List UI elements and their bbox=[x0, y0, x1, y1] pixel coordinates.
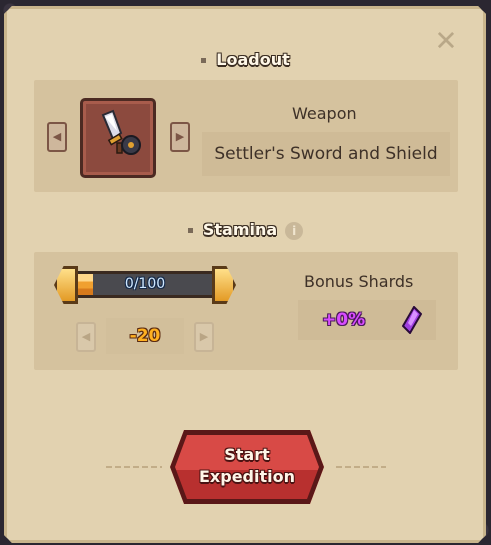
weapon-name-field: Settler's Sword and Shield bbox=[202, 132, 450, 176]
stamina-title: Stamina bbox=[202, 220, 278, 239]
loadout-title: Loadout bbox=[216, 50, 290, 69]
bullet-icon bbox=[187, 228, 193, 233]
bonus-shards-box: +0% bbox=[298, 300, 436, 340]
divider-left bbox=[106, 466, 162, 468]
start-label-line2: Expedition bbox=[198, 467, 295, 486]
weapon-prev-button[interactable]: ◀ bbox=[47, 122, 67, 152]
info-icon[interactable]: i bbox=[285, 221, 304, 240]
purple-shard-icon bbox=[402, 306, 422, 334]
start-expedition-button[interactable]: Start Expedition bbox=[170, 430, 324, 504]
weapon-next-button[interactable]: ▶ bbox=[170, 122, 190, 152]
start-label-line1: Start bbox=[224, 445, 270, 464]
bonus-shards-label: Bonus Shards bbox=[304, 272, 414, 291]
loadout-heading: Loadout bbox=[0, 50, 491, 69]
stamina-decrease-button[interactable]: ◀ bbox=[76, 322, 96, 352]
weapon-name: Settler's Sword and Shield bbox=[214, 144, 438, 164]
weapon-slot[interactable] bbox=[80, 98, 156, 178]
bullet-icon bbox=[201, 58, 207, 63]
stamina-value: 0/100 bbox=[124, 276, 166, 292]
sword-and-shield-icon bbox=[101, 109, 141, 155]
stamina-bar: 0/100 bbox=[54, 266, 236, 304]
stamina-increase-button[interactable]: ▶ bbox=[194, 322, 214, 352]
stamina-heading: Stamina i bbox=[0, 220, 491, 240]
bonus-shards-value: +0% bbox=[322, 310, 366, 330]
stamina-cost: -20 bbox=[106, 318, 184, 354]
divider-right bbox=[336, 466, 386, 468]
weapon-label: Weapon bbox=[292, 104, 357, 123]
